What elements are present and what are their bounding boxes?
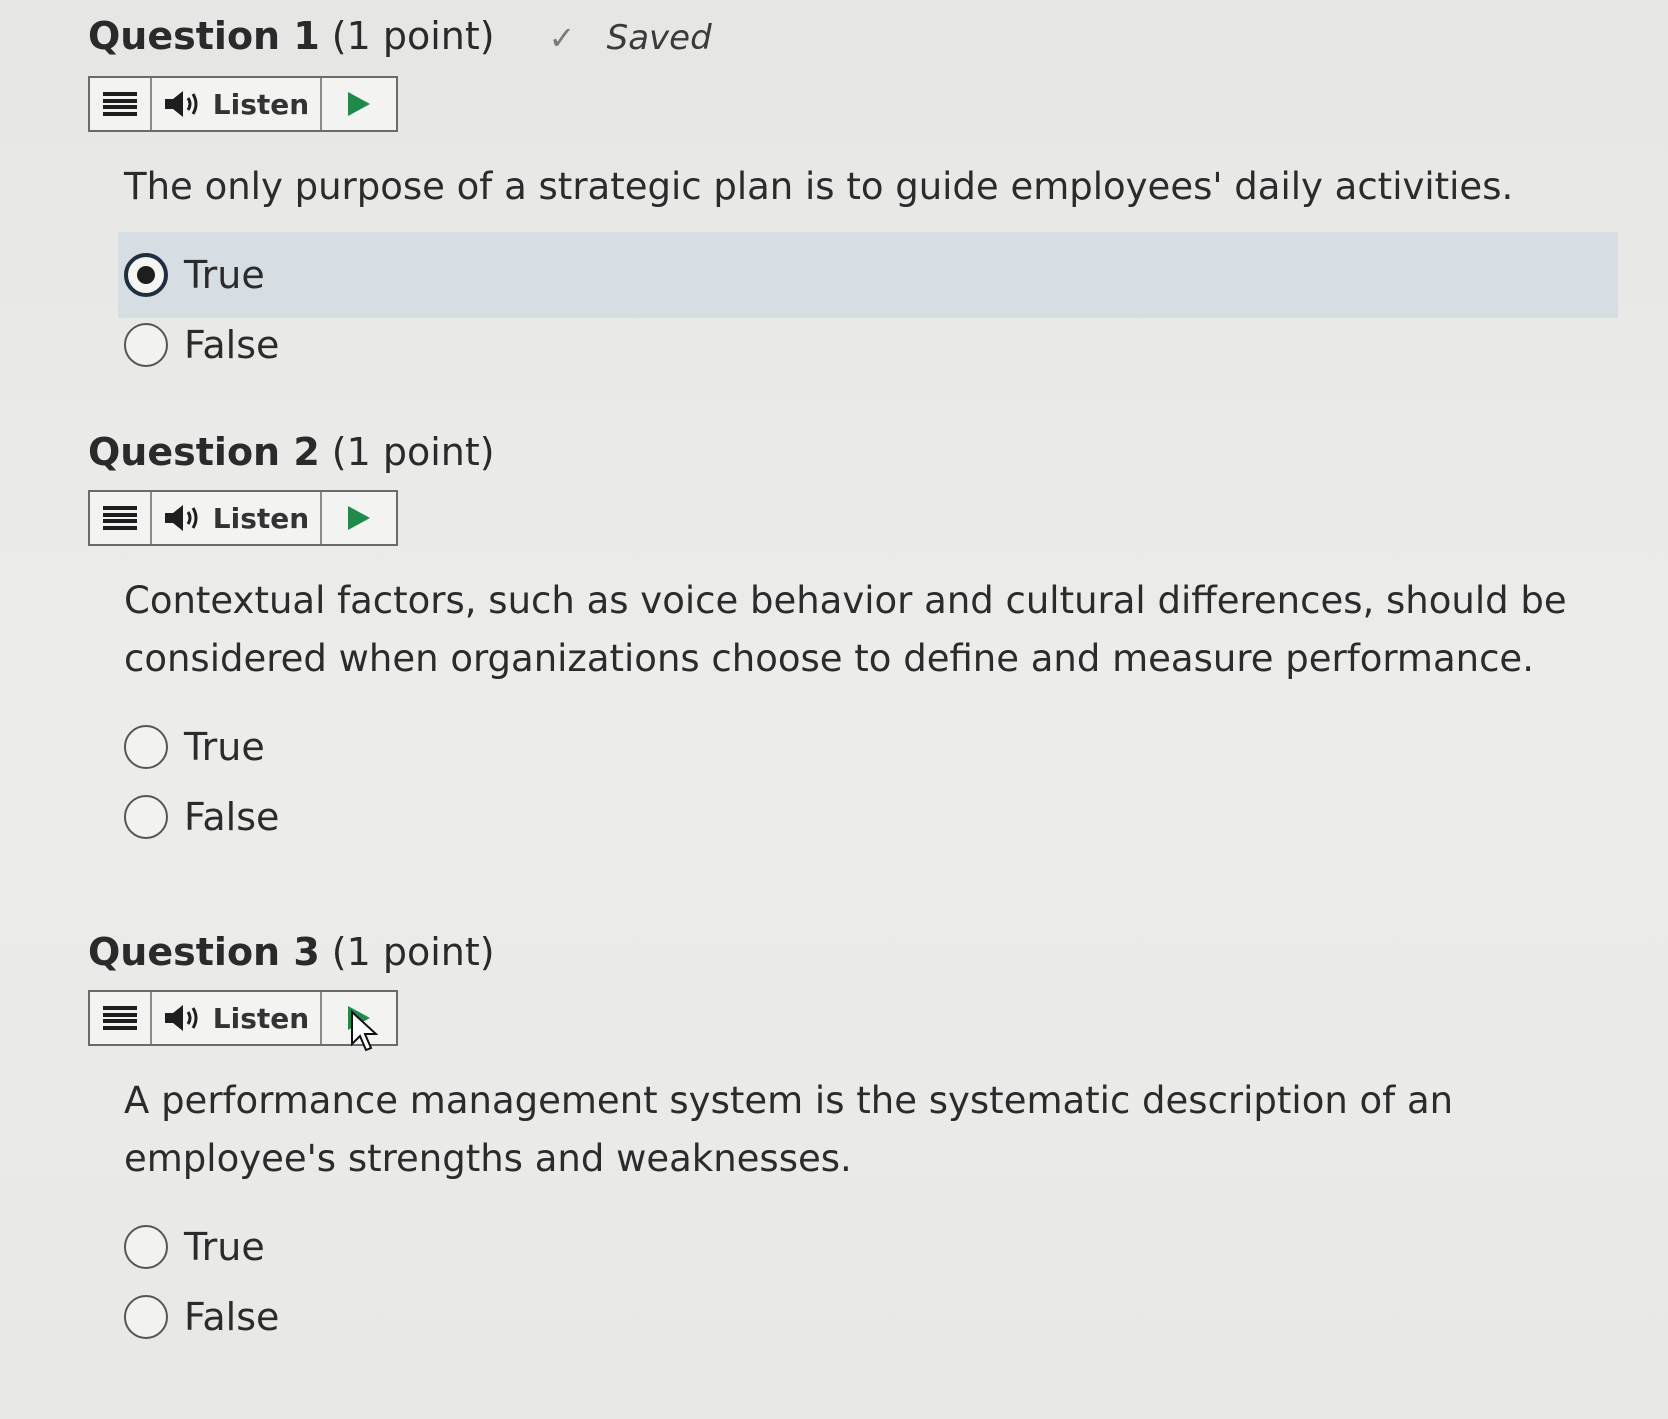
- speaker-icon: [164, 1005, 198, 1031]
- menu-icon: [103, 1006, 137, 1030]
- listen-button[interactable]: Listen: [152, 992, 322, 1044]
- question-2: Question 2 (1 point) Listen Contextual f…: [88, 428, 1644, 852]
- play-icon: [348, 506, 370, 530]
- option-label: True: [184, 725, 265, 769]
- play-button[interactable]: [322, 78, 396, 130]
- question-1: Question 1 (1 point) ✓ Saved Listen The …: [88, 12, 1644, 380]
- radio-icon[interactable]: [124, 323, 168, 367]
- menu-button[interactable]: [90, 492, 152, 544]
- answer-options: True False: [118, 232, 1644, 380]
- speaker-icon: [164, 505, 198, 531]
- option-label: False: [184, 323, 280, 367]
- saved-status: ✓ Saved: [549, 14, 712, 62]
- listen-toolbar: Listen: [88, 490, 398, 546]
- listen-toolbar: Listen: [88, 76, 398, 132]
- menu-icon: [103, 92, 137, 116]
- radio-icon[interactable]: [124, 1295, 168, 1339]
- question-points: (1 point): [331, 430, 495, 474]
- option-label: False: [184, 1295, 280, 1339]
- question-title: Question 2: [88, 430, 320, 474]
- play-button[interactable]: [322, 492, 396, 544]
- listen-label: Listen: [212, 1001, 310, 1035]
- question-text: The only purpose of a strategic plan is …: [124, 165, 1514, 208]
- answer-options: True False: [124, 712, 1644, 852]
- listen-button[interactable]: Listen: [152, 492, 322, 544]
- question-title: Question 1: [88, 14, 320, 58]
- question-title: Question 3: [88, 930, 320, 974]
- question-header: Question 1 (1 point) ✓ Saved: [88, 12, 1644, 62]
- question-points: (1 point): [331, 930, 495, 974]
- question-header: Question 2 (1 point): [88, 428, 1644, 476]
- option-false[interactable]: False: [124, 310, 1644, 380]
- option-label: True: [184, 253, 265, 297]
- option-false[interactable]: False: [124, 1282, 1644, 1352]
- question-header: Question 3 (1 point): [88, 928, 1644, 976]
- radio-icon[interactable]: [124, 725, 168, 769]
- question-3: Question 3 (1 point) Listen A performanc…: [88, 928, 1644, 1352]
- mouse-cursor-icon: [351, 1010, 378, 1052]
- menu-button[interactable]: [90, 78, 152, 130]
- question-text: Contextual factors, such as voice behavi…: [124, 579, 1567, 680]
- question-points: (1 point): [331, 14, 495, 58]
- listen-label: Listen: [212, 87, 310, 121]
- play-icon: [348, 92, 370, 116]
- listen-button[interactable]: Listen: [152, 78, 322, 130]
- radio-icon[interactable]: [124, 795, 168, 839]
- option-false[interactable]: False: [124, 782, 1644, 852]
- option-label: True: [184, 1225, 265, 1269]
- answer-options: True False: [124, 1212, 1644, 1352]
- option-true[interactable]: True: [118, 232, 1644, 318]
- menu-button[interactable]: [90, 992, 152, 1044]
- option-true[interactable]: True: [124, 712, 1644, 782]
- speaker-icon: [164, 91, 198, 117]
- option-true[interactable]: True: [124, 1212, 1644, 1282]
- radio-selected-icon[interactable]: [124, 253, 168, 297]
- check-icon: ✓: [548, 19, 576, 57]
- radio-icon[interactable]: [124, 1225, 168, 1269]
- question-text: A performance management system is the s…: [124, 1079, 1454, 1180]
- listen-label: Listen: [212, 501, 310, 535]
- option-label: False: [184, 795, 280, 839]
- saved-label: Saved: [606, 18, 712, 58]
- quiz-page: Question 1 (1 point) ✓ Saved Listen The …: [0, 0, 1668, 1419]
- menu-icon: [103, 506, 137, 530]
